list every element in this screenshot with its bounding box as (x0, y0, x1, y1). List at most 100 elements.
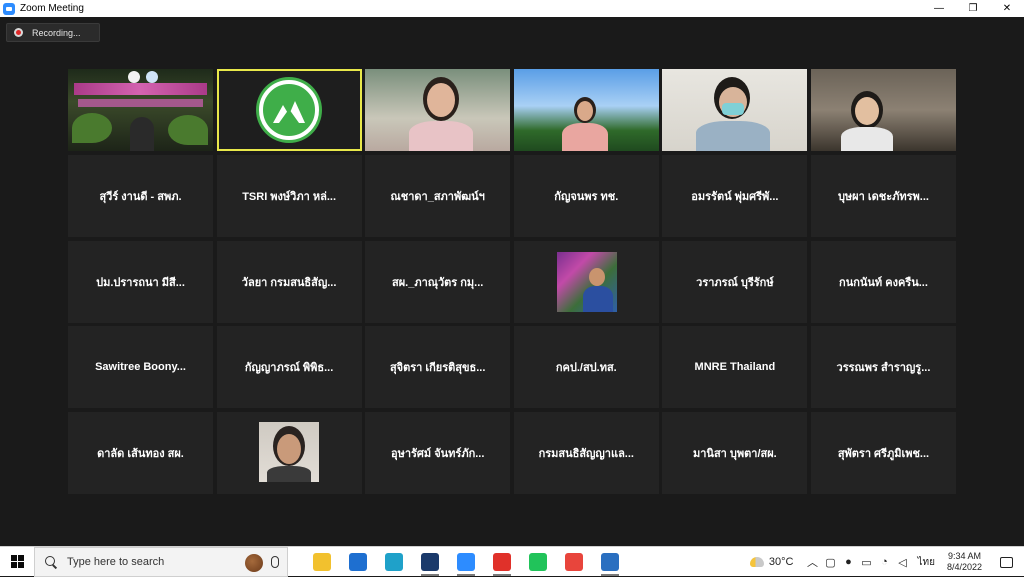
participant-tile[interactable]: กัญญาภรณ์ พิพิธ... (216, 326, 362, 409)
edge-taskbar-button[interactable] (376, 547, 412, 577)
participant-name: MNRE Thailand (694, 361, 776, 374)
participant-tile[interactable]: กคป./สป.ทส. (513, 326, 659, 409)
zoom-taskbar-button[interactable] (448, 547, 484, 577)
meeting-area: Recording... สุวีร์ งานดี - สพภ. TSRI พงษ… (0, 17, 1024, 546)
participant-tile[interactable]: กรมสนธิสัญญาแล... (513, 412, 659, 495)
participant-tile[interactable] (365, 69, 511, 151)
microphone-tray-icon[interactable]: ● (840, 547, 856, 577)
search-highlight-icon (245, 553, 263, 572)
file-explorer-taskbar-button[interactable] (304, 547, 340, 577)
clock-date: 8/4/2022 (946, 562, 982, 572)
organization-logo (259, 80, 320, 140)
participant-name: สุพัตรา ศรีภูมิเพช... (837, 448, 930, 461)
participant-name: ปม.ปรารถนา มีสี... (96, 276, 185, 289)
participant-tile[interactable]: ปม.ปรารถนา มีสี... (68, 240, 213, 323)
taskbar: 30°C ︿ ▢ ● ▭ ◔ ◁ ไทย 9:34 AM 8/4/2022 (0, 546, 1024, 577)
chrome-icon (565, 552, 583, 571)
acrobat-taskbar-button[interactable] (484, 547, 520, 577)
weather-temperature: 30°C (768, 556, 794, 568)
participant-tile[interactable]: มานิสา บุพตา/สผ. (662, 412, 808, 495)
record-icon (14, 28, 23, 37)
weather-widget[interactable]: 30°C (749, 556, 794, 568)
participant-tile[interactable]: วรรณพร สำราญรู... (810, 326, 956, 409)
participant-name: ดาลัด เส้นทอง สผ. (97, 448, 184, 461)
chevron-up-icon[interactable]: ︿ (804, 547, 820, 577)
input-language[interactable]: ไทย (917, 555, 934, 570)
taskbar-search[interactable] (34, 546, 288, 577)
wifi-icon[interactable]: ◔ (876, 547, 892, 577)
clock[interactable]: 9:34 AM 8/4/2022 (947, 551, 982, 573)
security-icon[interactable]: ▢ (822, 547, 838, 577)
webex-taskbar-button[interactable] (412, 547, 448, 577)
participant-tile[interactable] (662, 69, 808, 151)
file-explorer-icon (313, 552, 331, 571)
participant-tile[interactable]: สผ._ภาณุวัตร กมุ... (365, 240, 511, 323)
zoom-icon (457, 552, 475, 571)
participant-tile[interactable] (68, 69, 213, 151)
participant-tile[interactable]: ณชาดา_สภาพัฒน์ฯ (365, 154, 511, 237)
participant-tile[interactable] (513, 69, 659, 151)
participant-tile[interactable] (216, 69, 362, 151)
participant-name: กรมสนธิสัญญาแล... (538, 448, 634, 461)
maximize-button[interactable]: ❐ (956, 0, 990, 17)
participant-tile[interactable]: Sawitree Boony... (68, 326, 213, 409)
participant-name: TSRI พงษ์วิภา หล่... (242, 190, 336, 203)
photos-taskbar-button[interactable] (592, 547, 628, 577)
participant-tile[interactable]: วัลยา กรมสนธิสัญ... (216, 240, 362, 323)
participant-name: กคป./สป.ทส. (555, 362, 617, 375)
mail-taskbar-button[interactable] (340, 547, 376, 577)
pinned-apps (304, 547, 628, 577)
mail-icon (349, 552, 367, 571)
participant-tile[interactable]: อุษารัศม์ จันทร์ภัก... (365, 412, 511, 495)
participant-tile[interactable]: วราภรณ์ บุรีรักษ์ (662, 240, 808, 323)
participant-tile[interactable]: สุจิตรา เกียรติสุขธ... (365, 326, 511, 409)
participant-name: กนกนันท์ คงครืน... (839, 276, 928, 289)
edge-icon (385, 552, 403, 571)
line-taskbar-button[interactable] (520, 547, 556, 577)
participant-tile[interactable]: บุษผา เดชะภัทรพ... (810, 154, 956, 237)
participant-tile[interactable]: กนกนันท์ คงครืน... (810, 240, 956, 323)
participant-name: ณชาดา_สภาพัฒน์ฯ (390, 190, 485, 203)
chrome-taskbar-button[interactable] (556, 547, 592, 577)
recording-label: Recording... (32, 27, 81, 38)
close-button[interactable]: ✕ (990, 0, 1024, 17)
participant-photo (556, 251, 617, 312)
participant-tile[interactable] (810, 69, 956, 151)
clock-time: 9:34 AM (947, 551, 981, 561)
window-controls: — ❐ ✕ (922, 0, 1024, 17)
system-tray: 30°C ︿ ▢ ● ▭ ◔ ◁ ไทย 9:34 AM 8/4/2022 (749, 547, 1024, 577)
participant-tile[interactable]: MNRE Thailand (662, 326, 808, 409)
search-input[interactable] (67, 555, 227, 568)
notifications-button[interactable] (988, 547, 1024, 577)
battery-icon[interactable]: ▭ (858, 547, 874, 577)
participant-name: กัญจนพร ทช. (554, 190, 619, 203)
participant-name: สผ._ภาณุวัตร กมุ... (392, 276, 484, 289)
participant-name: อมรรัตน์ พุ่มศรีพั... (691, 190, 779, 203)
microphone-icon[interactable] (271, 555, 279, 568)
photos-icon (601, 552, 619, 571)
webex-icon (421, 552, 439, 571)
participant-photo (258, 422, 319, 483)
participant-name: มานิสา บุพตา/สผ. (693, 448, 777, 461)
acrobat-icon (493, 552, 511, 571)
participant-tile[interactable]: สุพัตรา ศรีภูมิเพช... (810, 412, 956, 495)
participant-tile[interactable]: กัญจนพร ทช. (513, 154, 659, 237)
start-button[interactable] (0, 547, 34, 577)
recording-indicator[interactable]: Recording... (6, 23, 100, 42)
title-bar: Zoom Meeting — ❐ ✕ (0, 0, 1024, 17)
participant-tile[interactable]: ดาลัด เส้นทอง สผ. (68, 412, 213, 495)
participant-name: Sawitree Boony... (95, 361, 186, 374)
line-icon (529, 552, 547, 571)
participant-tile[interactable] (513, 240, 659, 323)
participant-tile[interactable]: อมรรัตน์ พุ่มศรีพั... (662, 154, 808, 237)
participant-tile[interactable]: TSRI พงษ์วิภา หล่... (216, 154, 362, 237)
participant-video (662, 69, 808, 151)
participant-name: บุษผา เดชะภัทรพ... (837, 190, 929, 203)
volume-icon[interactable]: ◁ (894, 547, 910, 577)
participant-name: สุวีร์ งานดี - สพภ. (99, 190, 182, 203)
zoom-app-icon (3, 2, 15, 15)
participant-tile[interactable] (216, 412, 362, 495)
participant-video (365, 69, 511, 151)
participant-tile[interactable]: สุวีร์ งานดี - สพภ. (68, 154, 213, 237)
minimize-button[interactable]: — (922, 0, 956, 17)
